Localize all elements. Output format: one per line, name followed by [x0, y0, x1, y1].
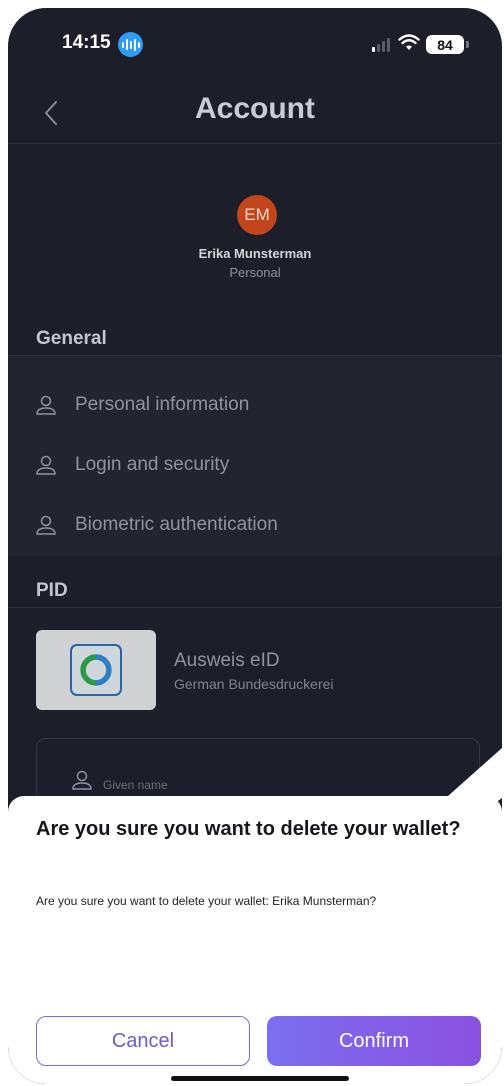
confirm-button[interactable]: Confirm — [267, 1016, 481, 1066]
phone-screen: 14:15 84 Account EM Erika Munsterman Per… — [8, 8, 502, 1084]
dialog-title: Are you sure you want to delete your wal… — [36, 818, 461, 840]
home-indicator[interactable] — [171, 1076, 349, 1081]
cancel-button[interactable]: Cancel — [36, 1016, 250, 1066]
delete-wallet-dialog: Are you sure you want to delete your wal… — [8, 796, 502, 1084]
dialog-message: Are you sure you want to delete your wal… — [36, 894, 377, 908]
